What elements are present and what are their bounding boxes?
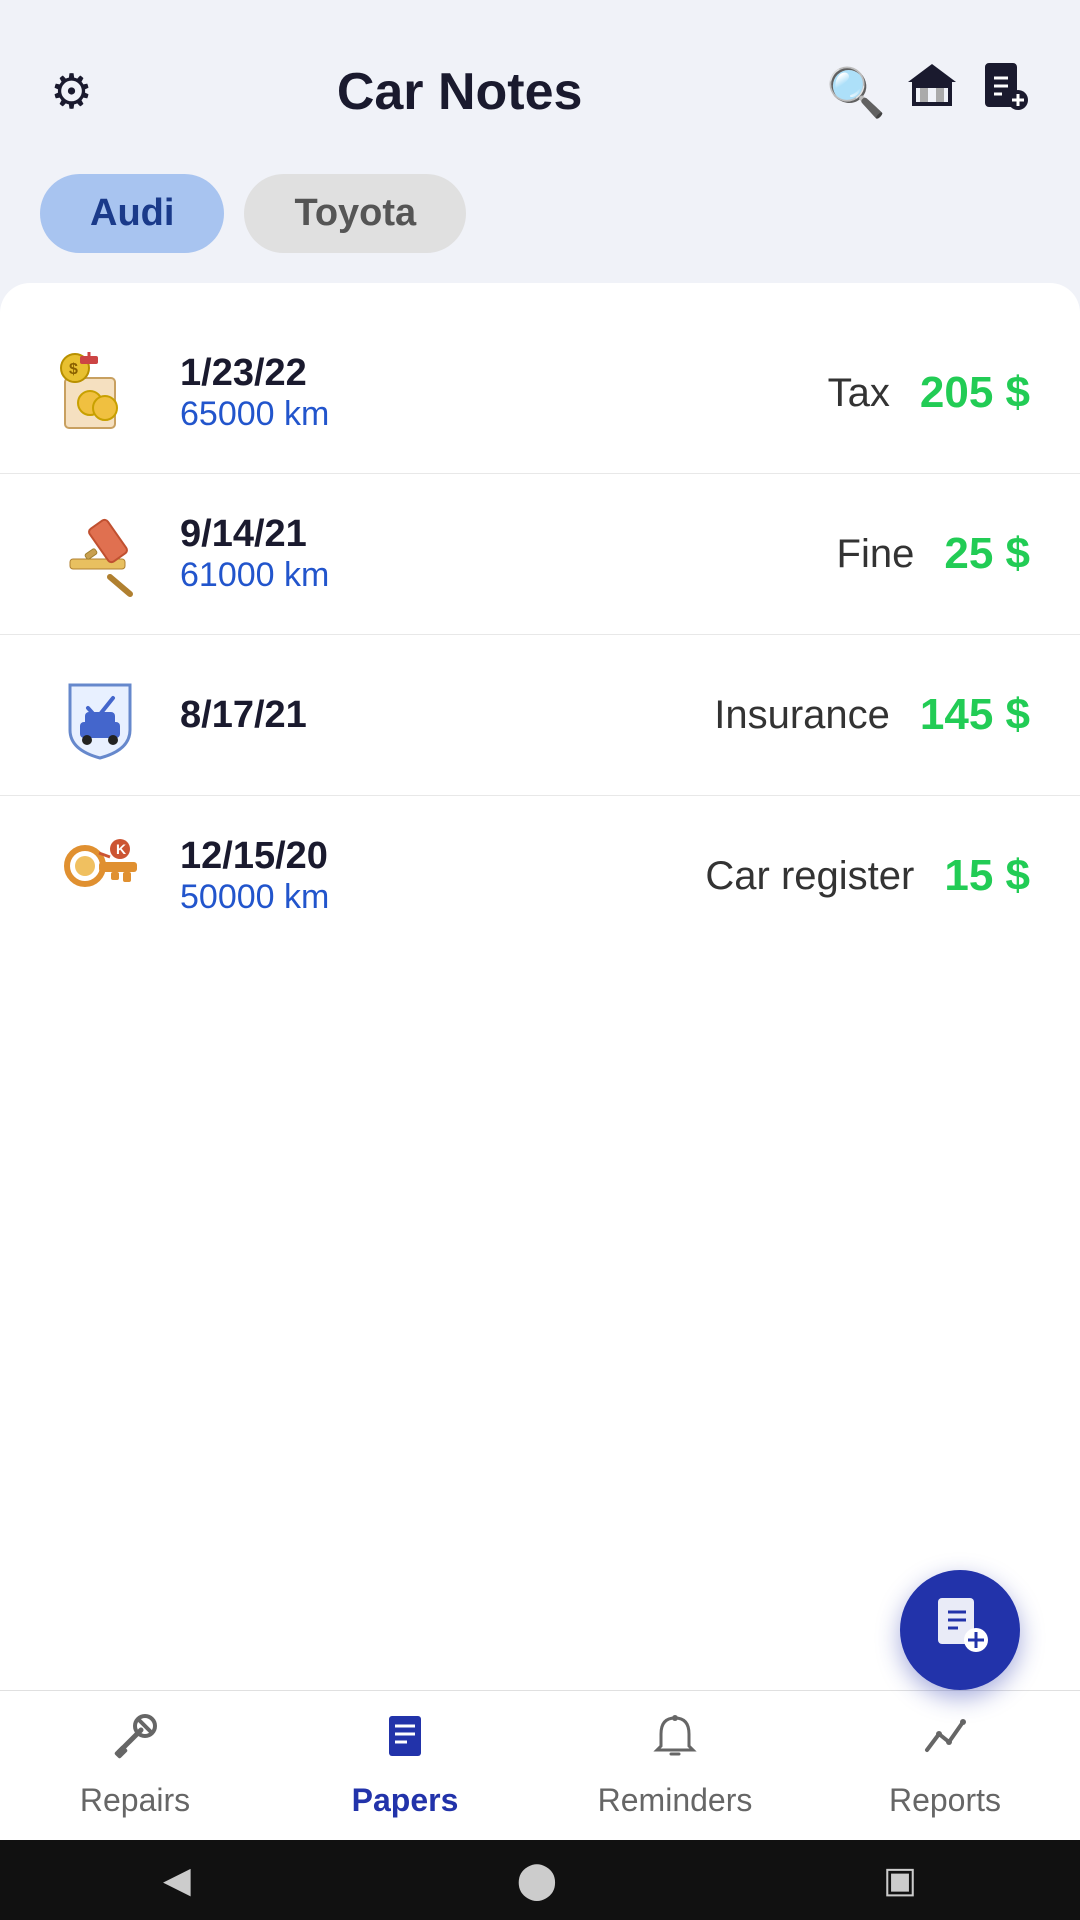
record-amount: 15 $ [944, 851, 1030, 901]
record-info-register: 12/15/20 50000 km [180, 835, 655, 917]
record-amount: 205 $ [920, 368, 1030, 418]
tab-toyota[interactable]: Toyota [244, 174, 466, 253]
record-category: Car register [705, 854, 914, 899]
nav-repairs-label: Repairs [80, 1782, 190, 1819]
nav-repairs[interactable]: Repairs [0, 1691, 270, 1840]
svg-text:K: K [116, 841, 126, 857]
list-item[interactable]: 8/17/21 Insurance 145 $ [0, 635, 1080, 796]
app-title: Car Notes [103, 62, 816, 122]
nav-reminders[interactable]: Reminders [540, 1691, 810, 1840]
record-info-insurance: 8/17/21 [180, 694, 664, 737]
settings-icon[interactable]: ⚙ [50, 64, 93, 120]
list-item[interactable]: $ 1/23/22 65000 km Tax 205 $ [0, 313, 1080, 474]
add-paper-fab[interactable] [900, 1570, 1020, 1690]
android-navigation-bar: ◀ ⬤ ▣ [0, 1840, 1080, 1920]
record-km: 50000 km [180, 878, 655, 917]
record-km: 65000 km [180, 395, 778, 434]
home-button[interactable]: ⬤ [517, 1859, 557, 1901]
record-date: 1/23/22 [180, 352, 778, 395]
record-icon-insurance [50, 665, 150, 765]
car-tabs: Audi Toyota [0, 154, 1080, 283]
garage-icon[interactable] [906, 60, 958, 124]
svg-text:$: $ [69, 361, 78, 378]
repairs-icon [111, 1712, 159, 1772]
bottom-navigation: Repairs Papers Reminders [0, 1690, 1080, 1840]
record-amount: 25 $ [944, 529, 1030, 579]
recents-button[interactable]: ▣ [883, 1859, 917, 1901]
record-amount: 145 $ [920, 690, 1030, 740]
record-icon-register: K [50, 826, 150, 926]
tab-audi[interactable]: Audi [40, 174, 224, 253]
record-category: Tax [828, 371, 890, 416]
search-icon[interactable]: 🔍 [826, 64, 886, 121]
reminders-icon [651, 1712, 699, 1772]
app-header: ⚙ Car Notes 🔍 [0, 0, 1080, 154]
list-item[interactable]: K 12/15/20 50000 km Car register 15 $ [0, 796, 1080, 956]
record-date: 12/15/20 [180, 835, 655, 878]
record-category: Fine [837, 532, 915, 577]
records-list: $ 1/23/22 65000 km Tax 205 $ 9/14/21 610… [0, 283, 1080, 1920]
nav-papers[interactable]: Papers [270, 1691, 540, 1840]
nav-reports[interactable]: Reports [810, 1691, 1080, 1840]
record-icon-tax: $ [50, 343, 150, 443]
back-button[interactable]: ◀ [163, 1859, 191, 1901]
nav-reports-label: Reports [889, 1782, 1001, 1819]
record-date: 8/17/21 [180, 694, 664, 737]
list-item[interactable]: 9/14/21 61000 km Fine 25 $ [0, 474, 1080, 635]
record-category: Insurance [714, 693, 890, 738]
record-km: 61000 km [180, 556, 787, 595]
add-paper-icon [930, 1594, 990, 1667]
record-date: 9/14/21 [180, 513, 787, 556]
reports-icon [921, 1712, 969, 1772]
nav-papers-label: Papers [352, 1782, 459, 1819]
record-info-fine: 9/14/21 61000 km [180, 513, 787, 595]
record-icon-fine [50, 504, 150, 604]
papers-icon [381, 1712, 429, 1772]
nav-reminders-label: Reminders [598, 1782, 753, 1819]
add-document-icon[interactable] [978, 60, 1030, 124]
record-info-tax: 1/23/22 65000 km [180, 352, 778, 434]
